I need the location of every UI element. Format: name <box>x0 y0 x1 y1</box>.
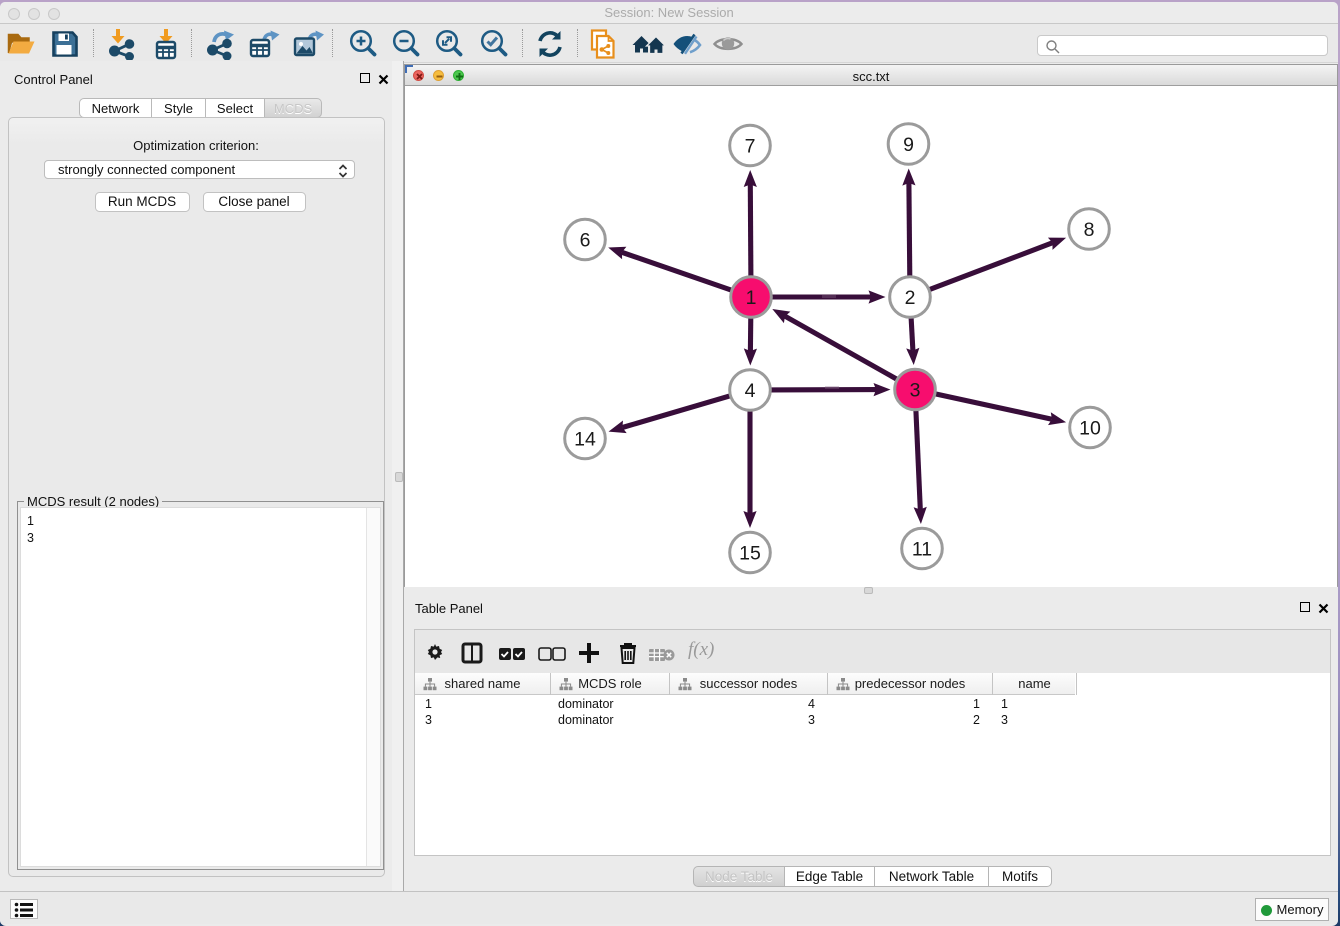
svg-text:2: 2 <box>905 287 916 309</box>
svg-text:7: 7 <box>745 135 756 157</box>
svg-text:10: 10 <box>1079 417 1101 439</box>
svg-text:4: 4 <box>745 380 756 402</box>
svg-text:8: 8 <box>1084 219 1095 241</box>
svg-text:9: 9 <box>903 134 914 156</box>
svg-text:15: 15 <box>739 542 761 564</box>
svg-text:14: 14 <box>574 428 596 450</box>
svg-text:6: 6 <box>580 229 591 251</box>
svg-text:11: 11 <box>912 538 932 560</box>
svg-text:1: 1 <box>746 287 757 309</box>
svg-text:3: 3 <box>910 379 921 401</box>
